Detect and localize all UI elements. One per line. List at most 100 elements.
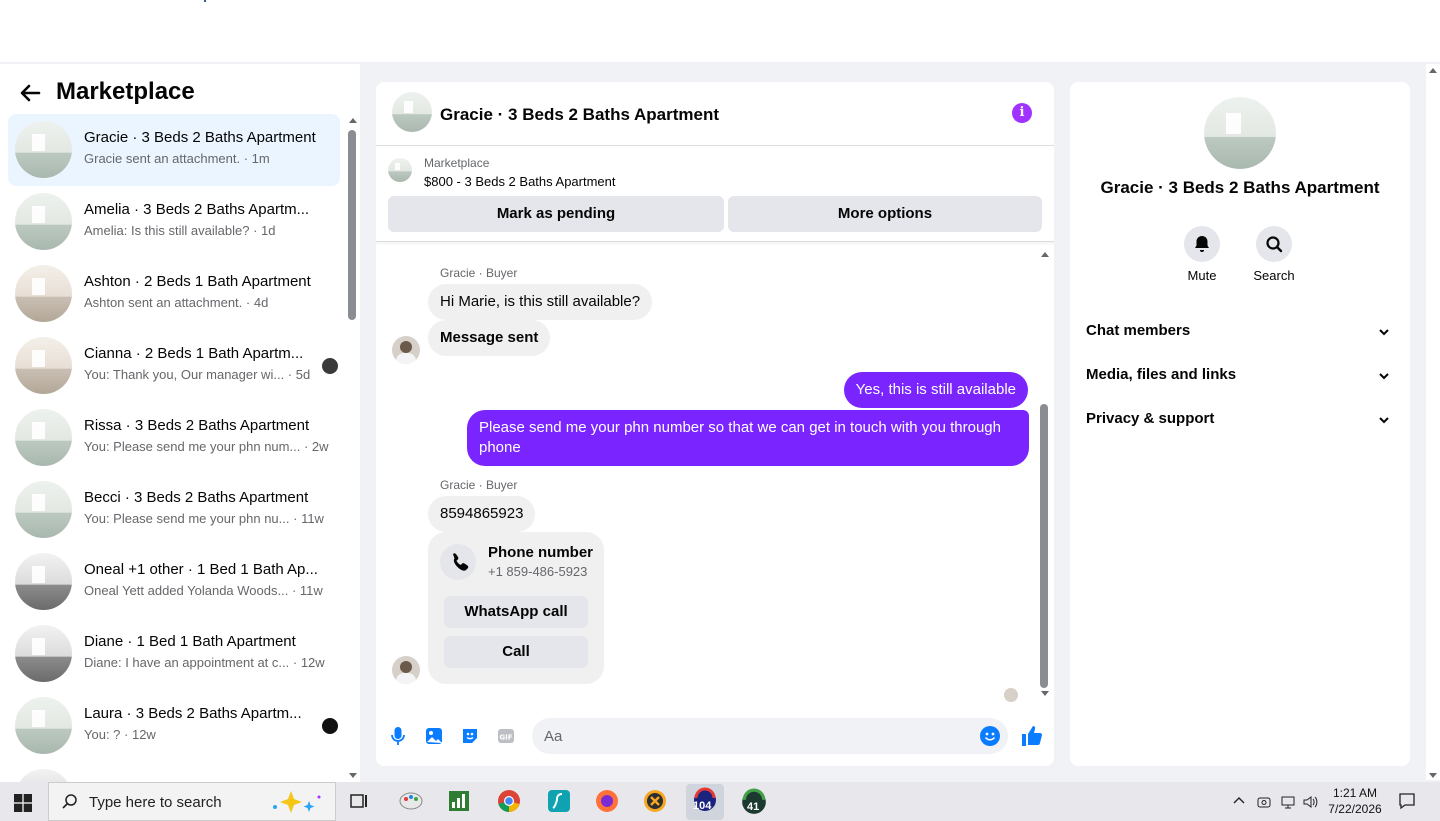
sticker-icon[interactable] <box>460 726 480 746</box>
taskbar-search-placeholder: Type here to search <box>89 794 222 811</box>
listing-thumbnail <box>388 158 412 182</box>
message-bubble-sent[interactable]: Yes, this is still available <box>843 372 1028 408</box>
message-bubble[interactable]: Hi Marie, is this still available? <box>428 284 653 320</box>
scroll-down-icon[interactable] <box>1041 691 1049 696</box>
firefox-icon[interactable] <box>594 788 620 814</box>
image-icon[interactable] <box>424 726 444 746</box>
microphone-icon[interactable] <box>388 726 408 746</box>
mute-button[interactable]: Mute <box>1177 226 1227 283</box>
conversation-preview: Gracie sent an attachment. · 1m <box>84 151 270 166</box>
task-view-icon[interactable] <box>346 788 372 814</box>
conversation-item[interactable]: Rissa · 3 Beds 2 Baths Apartment You: Pl… <box>8 402 340 474</box>
windows-start-icon[interactable] <box>14 794 32 812</box>
listing-thumbnail <box>15 409 72 466</box>
whatsapp-call-button[interactable]: WhatsApp call <box>444 596 588 628</box>
taskbar-search[interactable]: Type here to search <box>48 782 336 821</box>
gif-icon[interactable]: GIF <box>496 726 516 746</box>
listing-thumbnail <box>15 193 72 250</box>
listing-thumbnail <box>15 553 72 610</box>
conversation-preview: Ashton sent an attachment. · 4d <box>84 295 269 310</box>
sidebar-scrollbar[interactable] <box>346 114 358 782</box>
back-arrow-icon[interactable] <box>18 81 42 105</box>
listing-source: Marketplace <box>424 156 490 170</box>
meet-now-icon[interactable] <box>1256 794 1272 810</box>
chat-members-section[interactable]: Chat members <box>1086 310 1394 354</box>
volume-icon[interactable] <box>1302 794 1318 810</box>
conversation-item[interactable]: Diane · 1 Bed 1 Bath Apartment Diane: I … <box>8 618 340 690</box>
message-bubble[interactable]: 8594865923 <box>428 496 536 532</box>
top-bar <box>0 0 1440 62</box>
conversation-item[interactable]: Oneal +1 other · 1 Bed 1 Bath Ap... Onea… <box>8 546 340 618</box>
search-button[interactable]: Search <box>1249 226 1299 283</box>
buyer-avatar[interactable] <box>392 656 420 684</box>
more-options-button[interactable]: More options <box>728 196 1042 232</box>
chat-title[interactable]: Gracie · 3 Beds 2 Baths Apartment <box>440 105 719 125</box>
sparkle-icon <box>273 791 321 813</box>
taskbar-clock[interactable]: 1:21 AM 7/22/2026 <box>1320 785 1390 817</box>
chat-scrollbar[interactable] <box>1038 248 1050 700</box>
conversation-preview: You: Thank you, Our manager wi... · 5d <box>84 367 311 382</box>
conversation-name: Rissa · 3 Beds 2 Baths Apartment <box>84 417 310 434</box>
conversation-name: Amelia · 3 Beds 2 Baths Apartm... <box>84 201 310 218</box>
info-icon[interactable]: i <box>1012 103 1032 123</box>
mute-label: Mute <box>1187 268 1217 283</box>
mark-as-pending-button[interactable]: Mark as pending <box>388 196 724 232</box>
chart-app-icon[interactable] <box>446 788 472 814</box>
clock-date: 7/22/2026 <box>1328 802 1382 816</box>
conversation-preview: You: Please send me your phn nu... · 11w <box>84 511 324 526</box>
search-label: Search <box>1253 268 1295 283</box>
conversation-name: Cianna · 2 Beds 1 Bath Apartm... <box>84 345 304 362</box>
sender-label: Gracie · Buyer <box>440 266 518 280</box>
listing-title[interactable]: $800 - 3 Beds 2 Baths Apartment <box>424 174 616 189</box>
taskbar-app-active[interactable]: 104 <box>686 784 724 820</box>
search-icon[interactable] <box>1256 226 1292 262</box>
chevron-down-icon[interactable] <box>1378 370 1390 382</box>
conversation-preview: Diane: I have an appointment at c... · 1… <box>84 655 325 670</box>
message-bubble-sent[interactable]: Please send me your phn number so that w… <box>467 410 1029 466</box>
message-composer: GIF Aa <box>376 712 1054 766</box>
conversation-name: Gracie · 3 Beds 2 Baths Apartment <box>84 129 316 146</box>
message-bubble[interactable]: Message sent <box>428 320 551 356</box>
chat-avatar[interactable] <box>392 92 432 132</box>
chat-header: Gracie · 3 Beds 2 Baths Apartment i <box>376 82 1054 146</box>
page-scrollbar[interactable] <box>1426 64 1440 780</box>
buyer-avatar[interactable] <box>392 336 420 364</box>
chevron-down-icon[interactable] <box>1378 326 1390 338</box>
scroll-up-icon[interactable] <box>1429 68 1437 73</box>
conversation-item[interactable]: Ashton · 2 Beds 1 Bath Apartment Ashton … <box>8 258 340 330</box>
scroll-down-icon[interactable] <box>1429 773 1437 778</box>
message-input[interactable]: Aa <box>532 718 1008 754</box>
x-app-icon[interactable] <box>642 788 668 814</box>
phone-icon <box>440 544 476 580</box>
listing-thumbnail <box>15 769 72 782</box>
scroll-up-icon[interactable] <box>349 118 357 123</box>
like-icon[interactable] <box>1020 724 1044 748</box>
conversation-item[interactable]: Cianna · 2 Beds 1 Bath Apartm... You: Th… <box>8 330 340 402</box>
scroll-up-icon[interactable] <box>1041 252 1049 257</box>
network-icon[interactable] <box>1280 794 1296 810</box>
conversation-item[interactable]: Amelia · 3 Beds 2 Baths Apartm... Amelia… <box>8 186 340 258</box>
call-button[interactable]: Call <box>444 636 588 668</box>
badge-count: 41 <box>747 801 760 813</box>
conversation-name: Becci · 3 Beds 2 Baths Apartment <box>84 489 309 506</box>
media-files-links-section[interactable]: Media, files and links <box>1086 354 1394 398</box>
privacy-support-section[interactable]: Privacy & support <box>1086 398 1394 442</box>
chevron-up-icon[interactable] <box>1232 794 1246 808</box>
panel-title: Gracie · 3 Beds 2 Baths Apartment <box>1100 178 1380 197</box>
conversation-preview: You: ? · 12w <box>84 727 156 742</box>
listing-thumbnail <box>15 481 72 538</box>
conversation-item[interactable] <box>8 762 340 782</box>
conversation-item[interactable]: Gracie · 3 Beds 2 Baths Apartment Gracie… <box>8 114 340 186</box>
taskbar-app[interactable]: 41 <box>740 788 768 816</box>
listing-thumbnail <box>15 337 72 394</box>
script-app-icon[interactable] <box>546 788 572 814</box>
emoji-icon[interactable] <box>980 726 1000 746</box>
paint-app-icon[interactable] <box>398 788 424 814</box>
bell-icon[interactable] <box>1184 226 1220 262</box>
chrome-icon[interactable] <box>496 788 522 814</box>
conversation-item[interactable]: Becci · 3 Beds 2 Baths Apartment You: Pl… <box>8 474 340 546</box>
scroll-down-icon[interactable] <box>349 773 357 778</box>
conversation-item[interactable]: Laura · 3 Beds 2 Baths Apartm... You: ? … <box>8 690 340 762</box>
notification-icon[interactable] <box>1398 792 1416 810</box>
chevron-down-icon[interactable] <box>1378 414 1390 426</box>
